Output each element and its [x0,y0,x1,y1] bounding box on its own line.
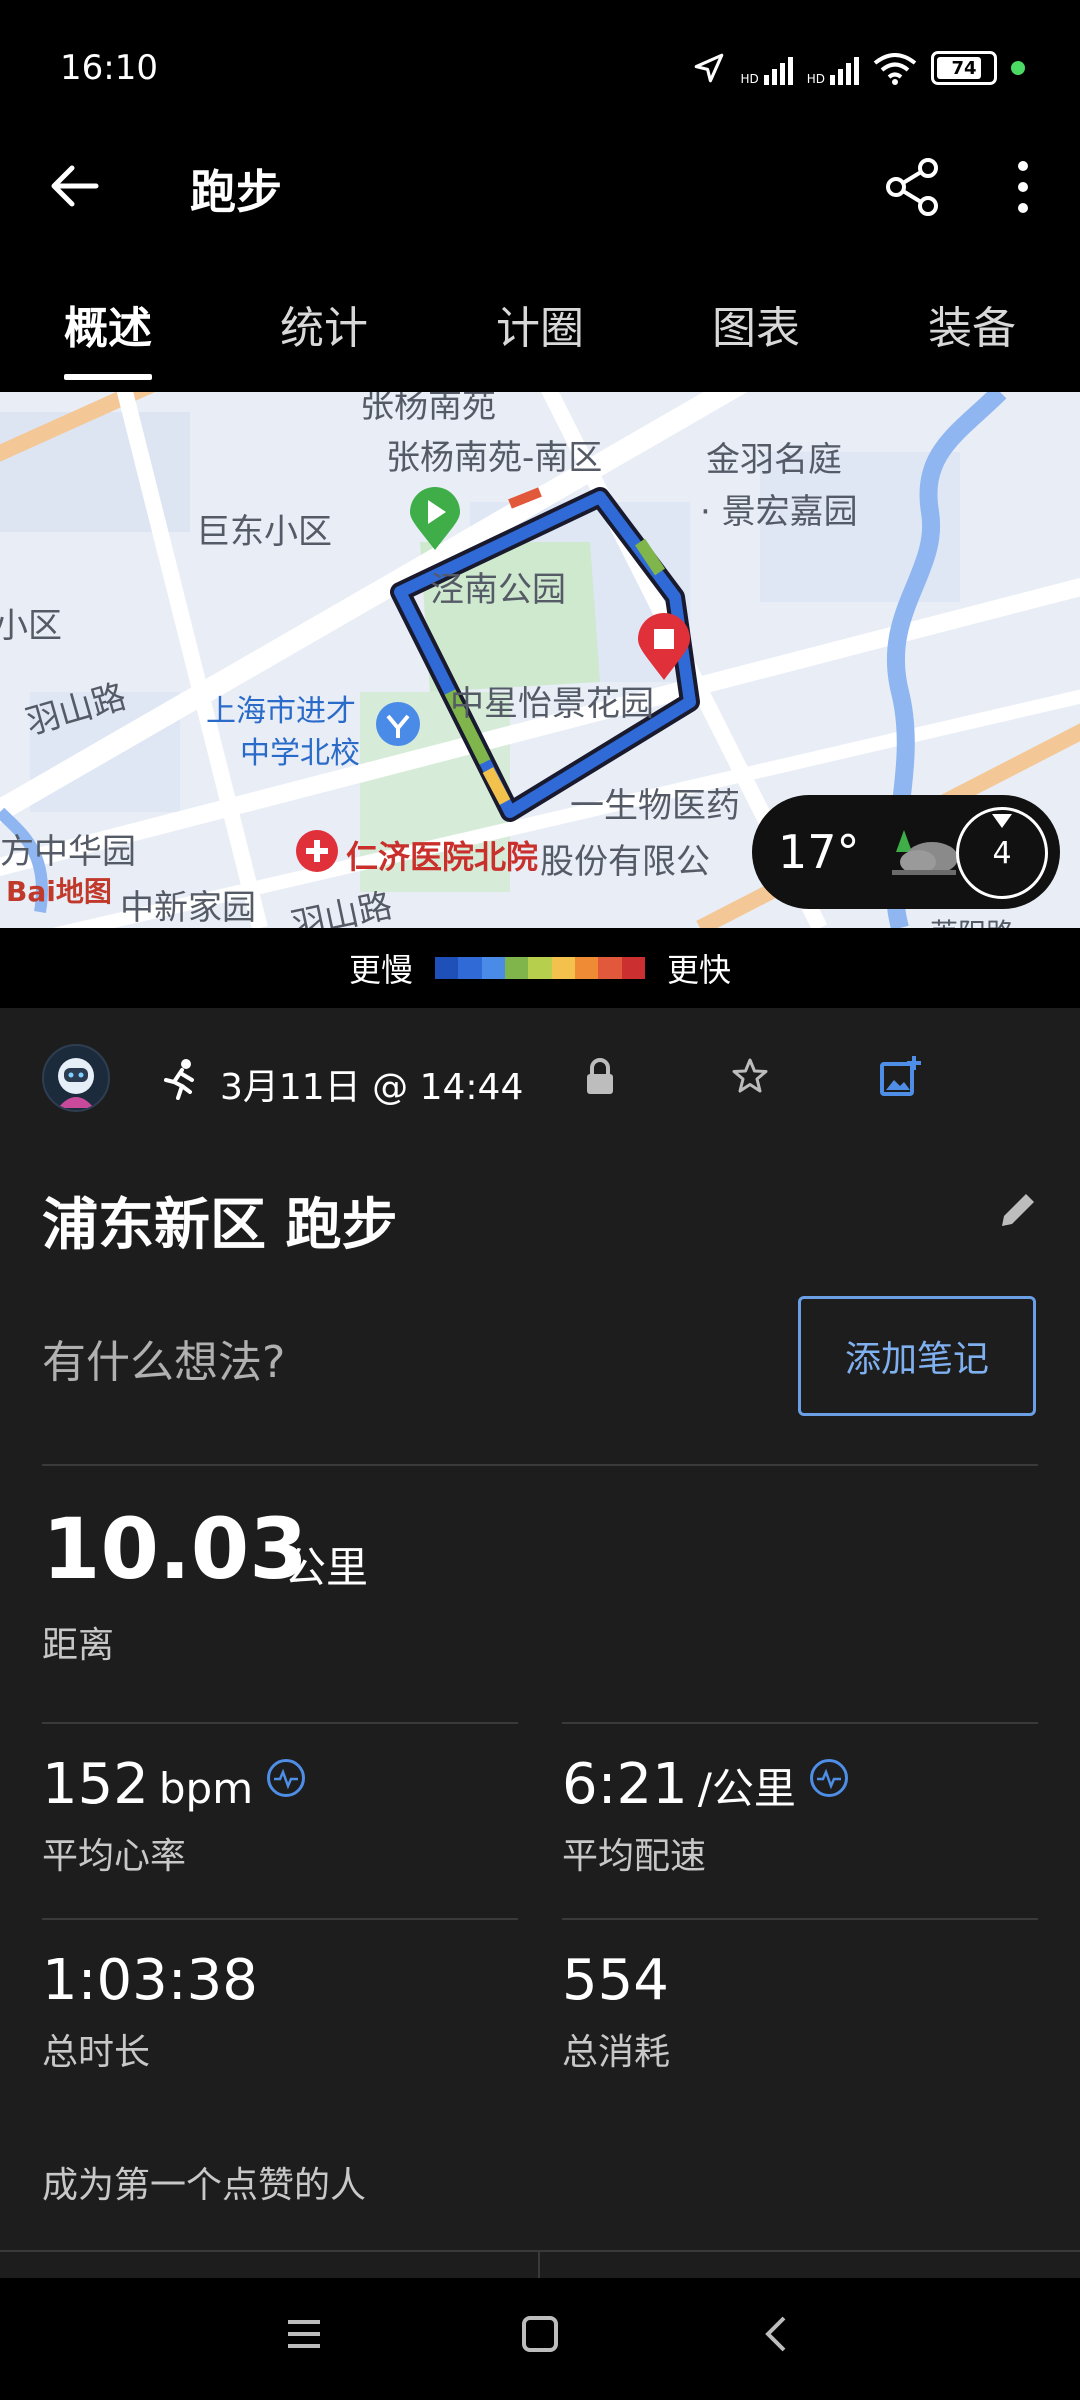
stat-label: 总消耗 [562,2032,671,2073]
tab-gear[interactable]: 装备 [902,260,1042,380]
map-label: 中新家园 [120,888,256,928]
cloudy-icon [891,830,958,875]
legend-faster-label: 更快 [667,951,732,989]
map-label: 泾南公园 [430,570,566,610]
divider [42,1918,518,1920]
activity-details: 3月11日 @ 14:44 浦东新区 跑步 有什么想法? 添加笔记 10.03 … [0,1008,1080,2278]
nav-back-icon[interactable] [756,2314,796,2354]
map-label: 上海市进才 [206,694,356,729]
thoughts-input[interactable]: 有什么想法? [42,1326,285,1390]
star-icon[interactable] [730,1056,770,1096]
divider [42,1722,518,1724]
start-marker-icon [410,487,460,550]
battery-icon: 74 [931,51,997,85]
map-label: 金羽名庭 [706,440,842,480]
stat-value: 152 [42,1752,149,1817]
stat-total-time: 1:03:38 总时长 [42,1948,258,2075]
finish-marker-icon [638,613,690,680]
pace-wave-icon[interactable] [809,1759,848,1797]
edit-pencil-icon[interactable] [996,1188,1040,1232]
add-note-button[interactable]: 添加笔记 [798,1296,1036,1416]
app-bar: 跑步 [0,130,1080,240]
system-nav-bar [0,2278,1080,2400]
distance-unit: 公里 [284,1543,369,1592]
hospital-poi-icon [296,830,338,872]
privacy-indicator-dot [1011,61,1025,75]
map-label: 巨东小区 [196,512,332,552]
map-label: 小区 [0,606,62,646]
tab-overview[interactable]: 概述 [38,260,178,380]
activity-datetime: 3月11日 @ 14:44 [220,1067,524,1108]
heart-rate-wave-icon[interactable] [267,1759,306,1797]
status-bar: 16:10 HD HD 74 [0,0,1080,130]
wind-speed-indicator: 4 [956,807,1048,899]
distance-value: 10.03 [42,1500,308,1598]
divider [538,2252,540,2278]
map-label: 仁济医院北院 [346,838,539,876]
back-arrow-icon[interactable] [40,156,110,216]
divider [562,1918,1038,1920]
wind-direction-icon [992,814,1012,828]
map-label: 方中华园 [0,832,136,872]
first-like-prompt[interactable]: 成为第一个点赞的人 [42,2156,366,2208]
stat-avg-heart-rate: 152 bpm 平均心率 [42,1752,306,1879]
tab-stats[interactable]: 统计 [254,260,394,380]
stat-label: 总时长 [42,2032,151,2073]
weather-temperature: 17° [778,825,860,879]
stat-value: 1:03:38 [42,1948,258,2013]
distance-label: 距离 [42,1625,115,1666]
signal-1-icon: HD [740,51,793,85]
stat-unit: bpm [158,1764,254,1813]
stat-unit: /公里 [697,1764,796,1813]
map-label: · 景宏嘉园 [700,492,858,532]
school-poi-icon [376,702,420,746]
stat-avg-pace: 6:21/公里 平均配速 [562,1752,848,1879]
tab-charts[interactable]: 图表 [686,260,826,380]
map-label: 张杨南苑-南区 [386,438,603,478]
stat-label: 平均配速 [562,1836,707,1877]
status-time: 16:10 [60,48,158,88]
activity-meta-row: 3月11日 @ 14:44 [42,1044,1042,1114]
map-label: 一生物医药 [570,786,740,826]
map-label: 张杨南苑 [360,392,496,426]
astronaut-avatar-icon [58,1058,94,1108]
stat-label: 平均心率 [42,1836,187,1877]
map-label: 股份有限公 [540,842,710,882]
divider [42,1464,1038,1466]
divider [562,1722,1038,1724]
tab-bar: 概述 统计 计圈 图表 装备 [0,260,1080,380]
status-icons: HD HD 74 [692,46,1025,90]
recents-menu-icon[interactable] [284,2314,324,2354]
home-icon[interactable] [520,2314,560,2354]
pace-gradient-bar [435,957,645,979]
wifi-icon [873,53,917,85]
signal-2-icon: HD [807,51,859,85]
baidu-map-logo: Bai地图 [6,875,112,908]
running-icon [164,1059,194,1100]
tab-laps[interactable]: 计圈 [470,260,610,380]
activity-title: 浦东新区 跑步 [42,1193,398,1258]
weather-widget: 17° 4 [752,795,1060,909]
stat-value: 554 [562,1948,669,2013]
map-label: 中学北校 [240,736,360,771]
pace-legend: 更慢 更快 [0,928,1080,1008]
lock-icon[interactable] [584,1058,616,1096]
avatar[interactable] [42,1044,110,1112]
location-icon [695,53,724,83]
stat-total-calories: 554 总消耗 [562,1948,670,2075]
legend-slower-label: 更慢 [348,951,413,989]
more-vert-icon[interactable] [1000,156,1046,218]
map-label: 莱阳路 [930,912,1014,928]
map-label: 中星怡景花园 [450,684,654,724]
divider [0,2250,1080,2252]
share-icon[interactable] [880,154,946,220]
add-photo-icon[interactable] [878,1054,922,1098]
page-title: 跑步 [190,165,282,219]
stat-value: 6:21 [562,1752,688,1817]
